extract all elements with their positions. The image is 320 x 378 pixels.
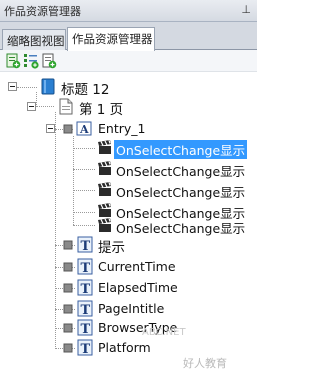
gray-square-icon <box>60 236 73 253</box>
tree-node-variable-label: PageIntitle <box>98 301 165 316</box>
gray-square-icon <box>60 279 73 296</box>
gray-square-icon <box>60 120 73 137</box>
tree-node-event-label: OnSelectChange显示 <box>116 221 246 236</box>
tree-node-entry-label: Entry_1 <box>98 121 146 136</box>
gray-square-icon <box>60 339 73 356</box>
tree-node-event-label: OnSelectChange显示 <box>114 140 248 159</box>
tab-resource-manager[interactable]: 作品资源管理器 <box>67 27 155 51</box>
toolbar <box>0 50 257 72</box>
panel-title: 作品资源管理器 <box>4 5 81 18</box>
text-t-icon: T <box>77 300 93 317</box>
svg-text:T: T <box>81 282 91 296</box>
gray-square-icon <box>60 300 73 317</box>
resource-tree: 标题 12 第 1 页 A Entry_1 OnSelectChange显示 O… <box>0 72 257 378</box>
pin-icon[interactable]: ⊥ <box>241 3 251 16</box>
tree-node-page-label: 第 1 页 <box>79 102 124 118</box>
svg-text:A: A <box>79 123 89 136</box>
text-t-icon: T <box>77 319 93 336</box>
svg-text:T: T <box>81 322 91 336</box>
text-field-icon: A <box>76 120 92 137</box>
tree-node-event-label: OnSelectChange显示 <box>116 164 246 179</box>
tree-node-variable-label: CurrentTime <box>98 259 176 274</box>
add-list-icon[interactable] <box>23 53 39 69</box>
collapse-icon[interactable] <box>27 102 36 111</box>
panel-titlebar: 作品资源管理器 ⊥ <box>0 0 257 22</box>
watermark-logo-text: 好人教育 <box>183 357 227 370</box>
book-icon <box>40 78 56 95</box>
add-page-icon[interactable] <box>5 53 21 69</box>
text-t-icon: T <box>77 236 93 253</box>
clapperboard-icon <box>97 181 113 198</box>
text-t-icon: T <box>77 279 93 296</box>
gray-square-icon <box>60 258 73 275</box>
text-t-icon: T <box>77 339 93 356</box>
clapperboard-icon <box>97 160 113 177</box>
collapse-icon[interactable] <box>46 124 55 133</box>
clapperboard-icon <box>97 217 113 234</box>
svg-text:T: T <box>81 342 91 356</box>
add-doc-icon[interactable] <box>41 53 57 69</box>
tab-strip: 缩略图视图 作品资源管理器 <box>0 22 257 51</box>
svg-text:T: T <box>81 303 91 317</box>
tree-node-variable-label: 提示 <box>98 240 125 256</box>
svg-text:T: T <box>81 239 91 253</box>
tree-node-event-label: OnSelectChange显示 <box>116 185 246 200</box>
tree-node-variable-label: ElapsedTime <box>98 280 178 295</box>
page-icon <box>58 98 74 115</box>
tree-node-root-label: 标题 12 <box>61 82 110 98</box>
watermark-text: ABC.NET <box>142 327 186 338</box>
tab-thumbnail-view[interactable]: 缩略图视图 <box>2 29 66 50</box>
clapperboard-icon <box>97 139 113 156</box>
tree-node-variable-label: Platform <box>98 340 151 355</box>
gray-square-icon <box>60 319 73 336</box>
svg-text:T: T <box>81 261 91 275</box>
text-t-icon: T <box>77 258 93 275</box>
collapse-icon[interactable] <box>8 82 17 91</box>
